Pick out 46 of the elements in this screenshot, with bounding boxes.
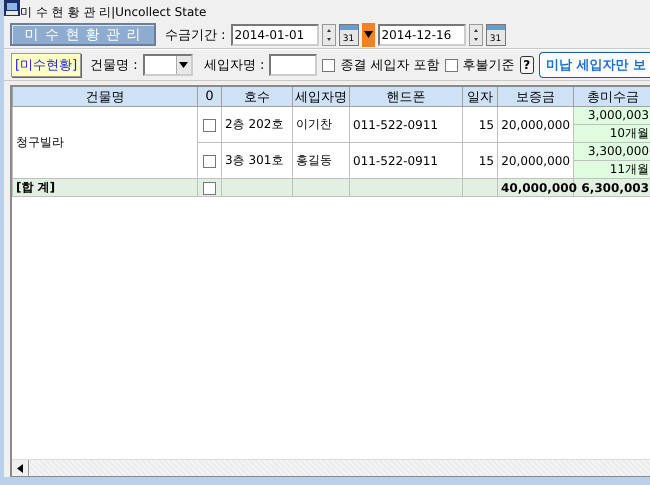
checkbox[interactable] (444, 58, 458, 72)
column-header[interactable]: 총미수금 (574, 87, 650, 106)
checkbox-label: 종결 세입자 포함 (340, 57, 440, 74)
column-header[interactable]: 호수 (222, 87, 292, 106)
table-cell: 10개월 (574, 124, 650, 142)
table-cell: 15 (462, 106, 498, 142)
spin-buttons[interactable] (468, 24, 483, 46)
table-cell: 2층 202호 (222, 106, 292, 142)
checkbox[interactable] (322, 58, 336, 72)
table-cell: 011-522-0911 (350, 106, 462, 142)
unpaid-only-button[interactable]: 미납 세입자만 보 (538, 52, 650, 78)
period-label: 수금기간 : (165, 26, 226, 44)
start-date-field[interactable]: 2014-01-01 (230, 24, 319, 46)
scroll-left-icon[interactable] (12, 460, 29, 476)
building-dropdown[interactable] (142, 54, 193, 76)
dropdown-button[interactable] (362, 22, 375, 46)
column-header[interactable]: 건물명 (12, 87, 198, 106)
column-header[interactable]: 0 (198, 87, 222, 106)
building-label: 건물명 : (90, 57, 138, 74)
help-button[interactable]: ? (520, 56, 534, 74)
spin-buttons[interactable] (322, 24, 336, 46)
checkbox[interactable] (203, 154, 216, 168)
table-cell: 11개월 (574, 160, 650, 178)
column-header[interactable]: 핸드폰 (350, 87, 462, 106)
checkbox[interactable] (203, 182, 216, 195)
horizontal-scrollbar[interactable] (12, 459, 650, 476)
column-header[interactable]: 보증금 (498, 87, 574, 106)
title-separator: | (111, 5, 116, 19)
table-cell: [합 계] (12, 178, 198, 196)
window-title: 미 수 현 황 관 리 (20, 5, 112, 19)
caret-icon (364, 30, 373, 39)
window-subtitle: Uncollect State (115, 5, 206, 19)
column-header[interactable]: 일자 (462, 87, 498, 106)
tenant-field[interactable] (269, 54, 318, 76)
checkbox[interactable] (203, 118, 216, 132)
caret-icon (179, 62, 188, 68)
checkbox-label: 후불기준 (462, 57, 515, 74)
table-cell-text: 3,300,000 (586, 143, 650, 160)
calendar-button[interactable]: 31 (486, 24, 506, 46)
status-tag: [미수현황] (11, 53, 82, 77)
tenant-label: 세입자명 : (204, 57, 264, 74)
column-header[interactable]: 세입자명 (292, 87, 350, 106)
end-date-field[interactable]: 2014-12-16 (378, 24, 466, 46)
table-cell: 이기찬 (292, 106, 350, 142)
calendar-button[interactable]: 31 (338, 24, 359, 46)
table-cell-text: 3,000,003 (586, 107, 650, 124)
